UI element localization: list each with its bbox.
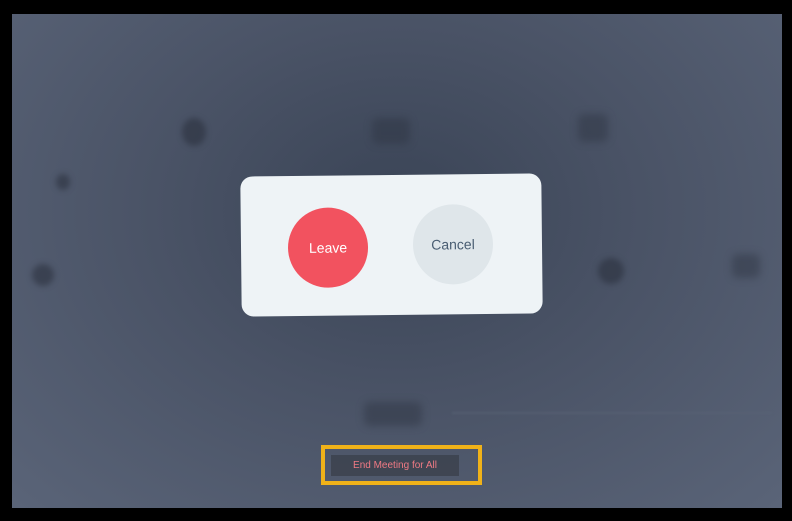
end-meeting-for-all-button[interactable]: End Meeting for All — [331, 455, 459, 476]
background-share-icon — [578, 114, 608, 142]
meeting-screen: Leave Cancel End Meeting for All — [12, 14, 782, 508]
leave-meeting-dialog: Leave Cancel — [240, 173, 543, 317]
end-meeting-label: End Meeting for All — [353, 460, 437, 471]
background-chat-icon — [732, 254, 760, 278]
cancel-button[interactable]: Cancel — [412, 203, 494, 285]
leave-button-label: Leave — [308, 239, 348, 256]
background-bottom-icon — [364, 402, 422, 426]
background-settings-icon — [598, 258, 624, 284]
leave-button[interactable]: Leave — [287, 207, 369, 289]
background-divider — [452, 412, 772, 414]
background-left-icon — [32, 264, 54, 286]
background-control-icon — [56, 174, 70, 190]
background-camera-icon — [372, 118, 410, 144]
end-meeting-highlight: End Meeting for All — [321, 445, 482, 485]
cancel-button-label: Cancel — [431, 236, 475, 253]
display-frame: Leave Cancel End Meeting for All — [0, 0, 792, 521]
background-mic-icon — [182, 118, 206, 146]
